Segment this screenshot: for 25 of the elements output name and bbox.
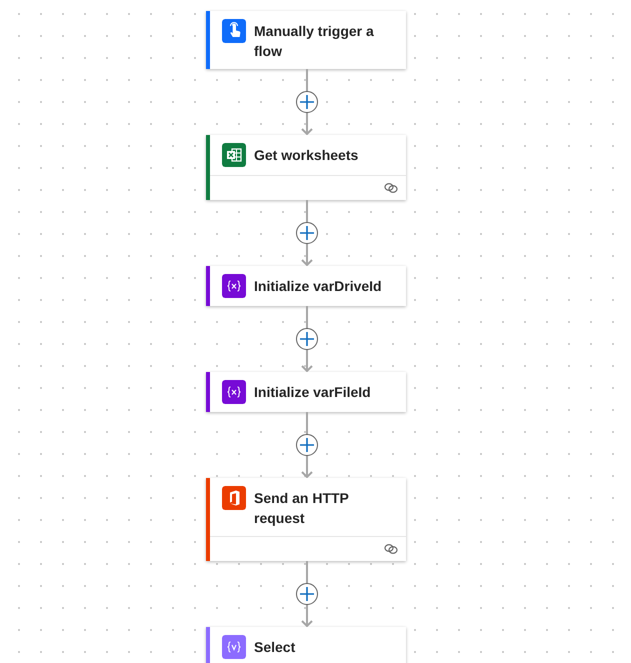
add-step-button[interactable] [296,328,318,350]
variable-icon [222,635,246,659]
action-title: Manually trigger a flow [254,22,375,61]
action-title: Initialize varDriveId [254,277,382,296]
connection-icon[interactable] [384,543,398,555]
action-title: Select [254,638,296,657]
connection-icon[interactable] [384,182,398,194]
action-card[interactable]: Get worksheets [206,135,406,200]
add-step-button[interactable] [296,583,318,605]
hand-tap-icon [222,19,246,43]
variable-icon [222,274,246,298]
action-card[interactable]: Send an HTTP request [206,478,406,561]
add-step-button[interactable] [296,91,318,113]
spreadsheet-icon [222,143,246,167]
action-card[interactable]: Select [206,627,406,663]
add-step-button[interactable] [296,222,318,244]
add-step-button[interactable] [296,434,318,456]
action-card[interactable]: Initialize varDriveId [206,266,406,306]
action-title: Send an HTTP request [254,489,350,528]
action-card[interactable]: Initialize varFileId [206,372,406,412]
variable-icon [222,380,246,404]
office-icon [222,486,246,510]
action-title: Initialize varFileId [254,383,371,402]
action-card[interactable]: Manually trigger a flow [206,11,406,69]
action-title: Get worksheets [254,146,358,165]
